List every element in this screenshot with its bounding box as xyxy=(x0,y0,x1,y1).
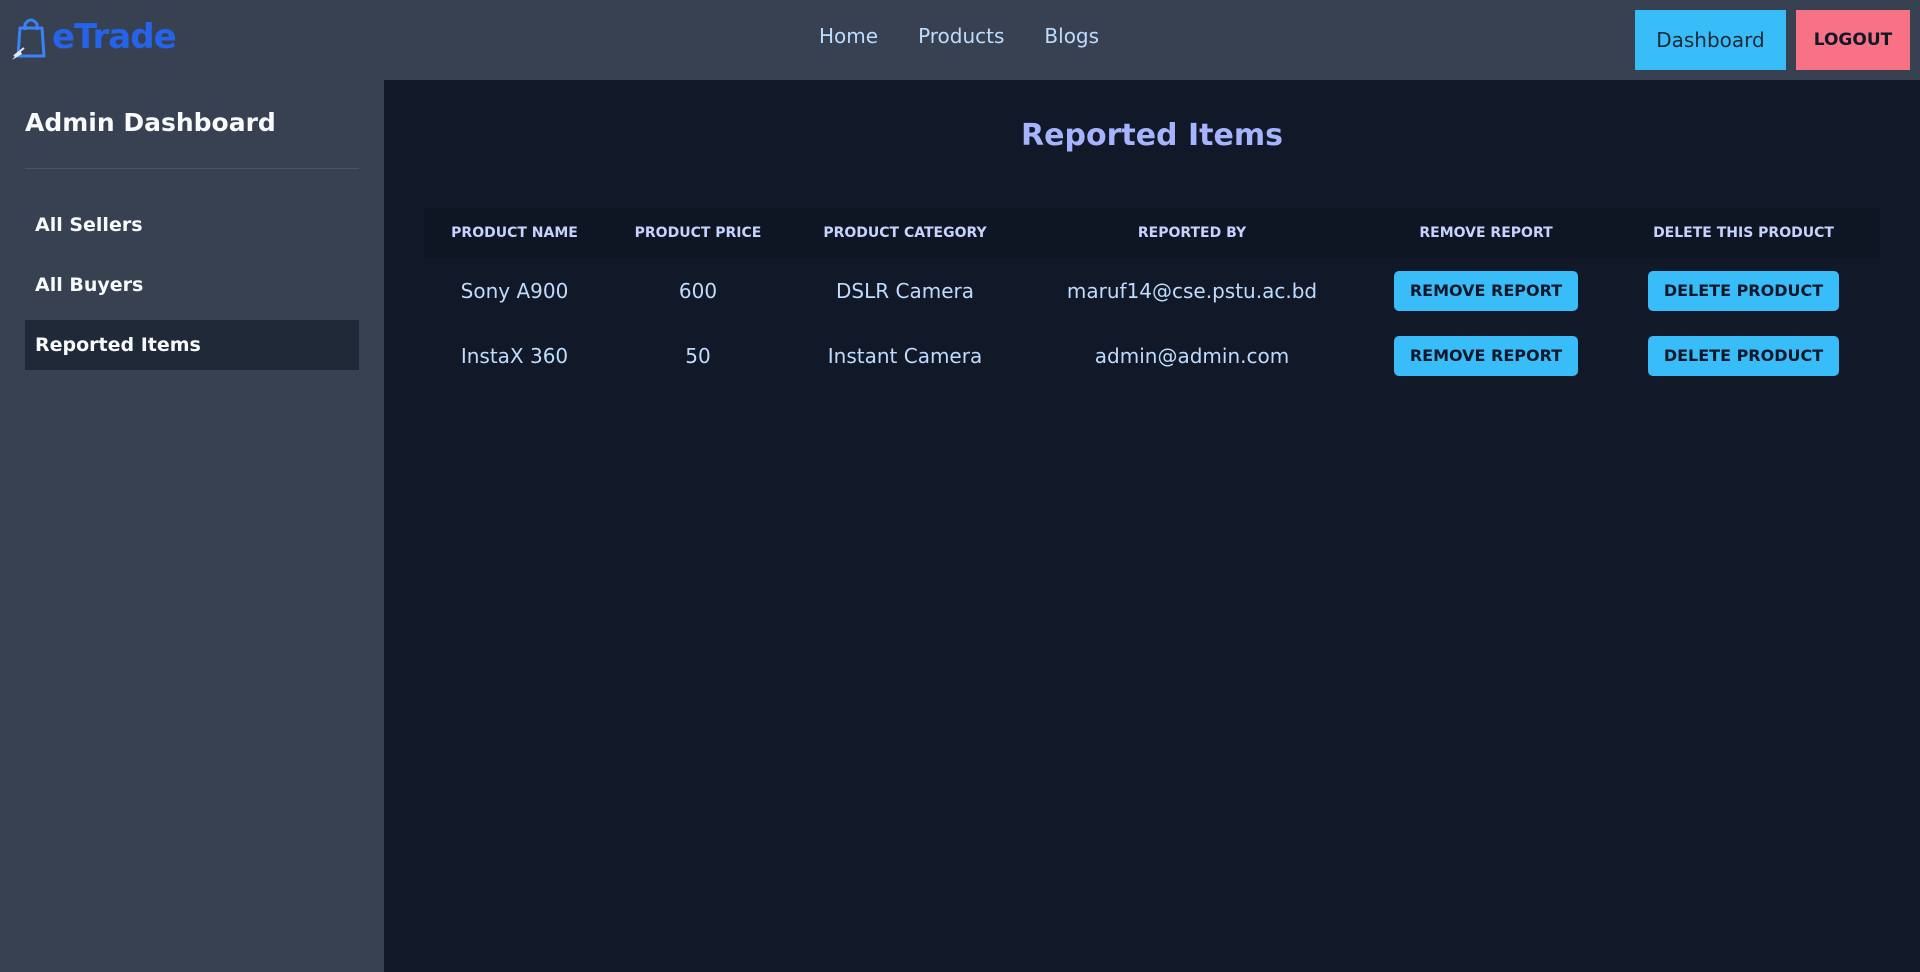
top-navbar: eTrade Home Products Blogs Dashboard LOG… xyxy=(0,0,1920,80)
remove-report-button[interactable]: REMOVE REPORT xyxy=(1393,335,1579,376)
brand-name: eTrade xyxy=(52,17,177,57)
remove-report-button[interactable]: REMOVE REPORT xyxy=(1393,270,1579,311)
shopping-bag-icon xyxy=(10,14,50,60)
cell-product-price: 50 xyxy=(685,343,711,368)
reported-items-table: PRODUCT NAME PRODUCT PRICE PRODUCT CATEG… xyxy=(424,208,1880,388)
cell-product-name: InstaX 360 xyxy=(460,343,569,368)
cell-product-name: Sony A900 xyxy=(460,278,569,303)
dashboard-button[interactable]: Dashboard xyxy=(1635,10,1786,70)
nav-links: Home Products Blogs xyxy=(819,24,1099,48)
column-header-product-category: PRODUCT CATEGORY xyxy=(823,225,987,241)
sidebar-title: Admin Dashboard xyxy=(25,108,276,137)
column-header-delete-product: DELETE THIS PRODUCT xyxy=(1653,225,1834,241)
nav-link-blogs[interactable]: Blogs xyxy=(1044,24,1099,48)
cell-delete-product: DELETE PRODUCT xyxy=(1607,323,1880,388)
sidebar-item-all-buyers[interactable]: All Buyers xyxy=(25,260,359,310)
sidebar-item-all-sellers[interactable]: All Sellers xyxy=(25,200,359,250)
page-title: Reported Items xyxy=(1021,118,1283,153)
sidebar-item-reported-items[interactable]: Reported Items xyxy=(25,320,359,370)
cell-product-category: DSLR Camera xyxy=(836,278,974,303)
column-header-reported-by: REPORTED BY xyxy=(1137,225,1247,241)
column-header-product-name: PRODUCT NAME xyxy=(451,225,578,241)
cell-reported-by: maruf14@cse.pstu.ac.bd xyxy=(1066,278,1318,303)
brand-logo[interactable]: eTrade xyxy=(10,14,177,60)
nav-link-home[interactable]: Home xyxy=(819,24,878,48)
table-row: Sony A900 600 DSLR Camera maruf14@cse.ps… xyxy=(424,258,1880,323)
main-content: Reported Items PRODUCT NAME PRODUCT PRIC… xyxy=(384,80,1920,972)
sidebar-divider xyxy=(25,168,359,169)
delete-product-button[interactable]: DELETE PRODUCT xyxy=(1647,335,1840,376)
nav-link-products[interactable]: Products xyxy=(918,24,1004,48)
table-row: InstaX 360 50 Instant Camera admin@admin… xyxy=(424,323,1880,388)
cell-product-price: 600 xyxy=(678,278,718,303)
column-header-remove-report: REMOVE REPORT xyxy=(1419,225,1553,241)
cell-delete-product: DELETE PRODUCT xyxy=(1607,258,1880,323)
cell-remove-report: REMOVE REPORT xyxy=(1365,258,1607,323)
table-header-row: PRODUCT NAME PRODUCT PRICE PRODUCT CATEG… xyxy=(424,208,1880,258)
cell-remove-report: REMOVE REPORT xyxy=(1365,323,1607,388)
delete-product-button[interactable]: DELETE PRODUCT xyxy=(1647,270,1840,311)
column-header-product-price: PRODUCT PRICE xyxy=(634,225,762,241)
sidebar: Admin Dashboard All Sellers All Buyers R… xyxy=(0,80,384,972)
cell-product-category: Instant Camera xyxy=(827,343,983,368)
cell-reported-by: admin@admin.com xyxy=(1094,343,1290,368)
logout-button[interactable]: LOGOUT xyxy=(1796,10,1910,70)
